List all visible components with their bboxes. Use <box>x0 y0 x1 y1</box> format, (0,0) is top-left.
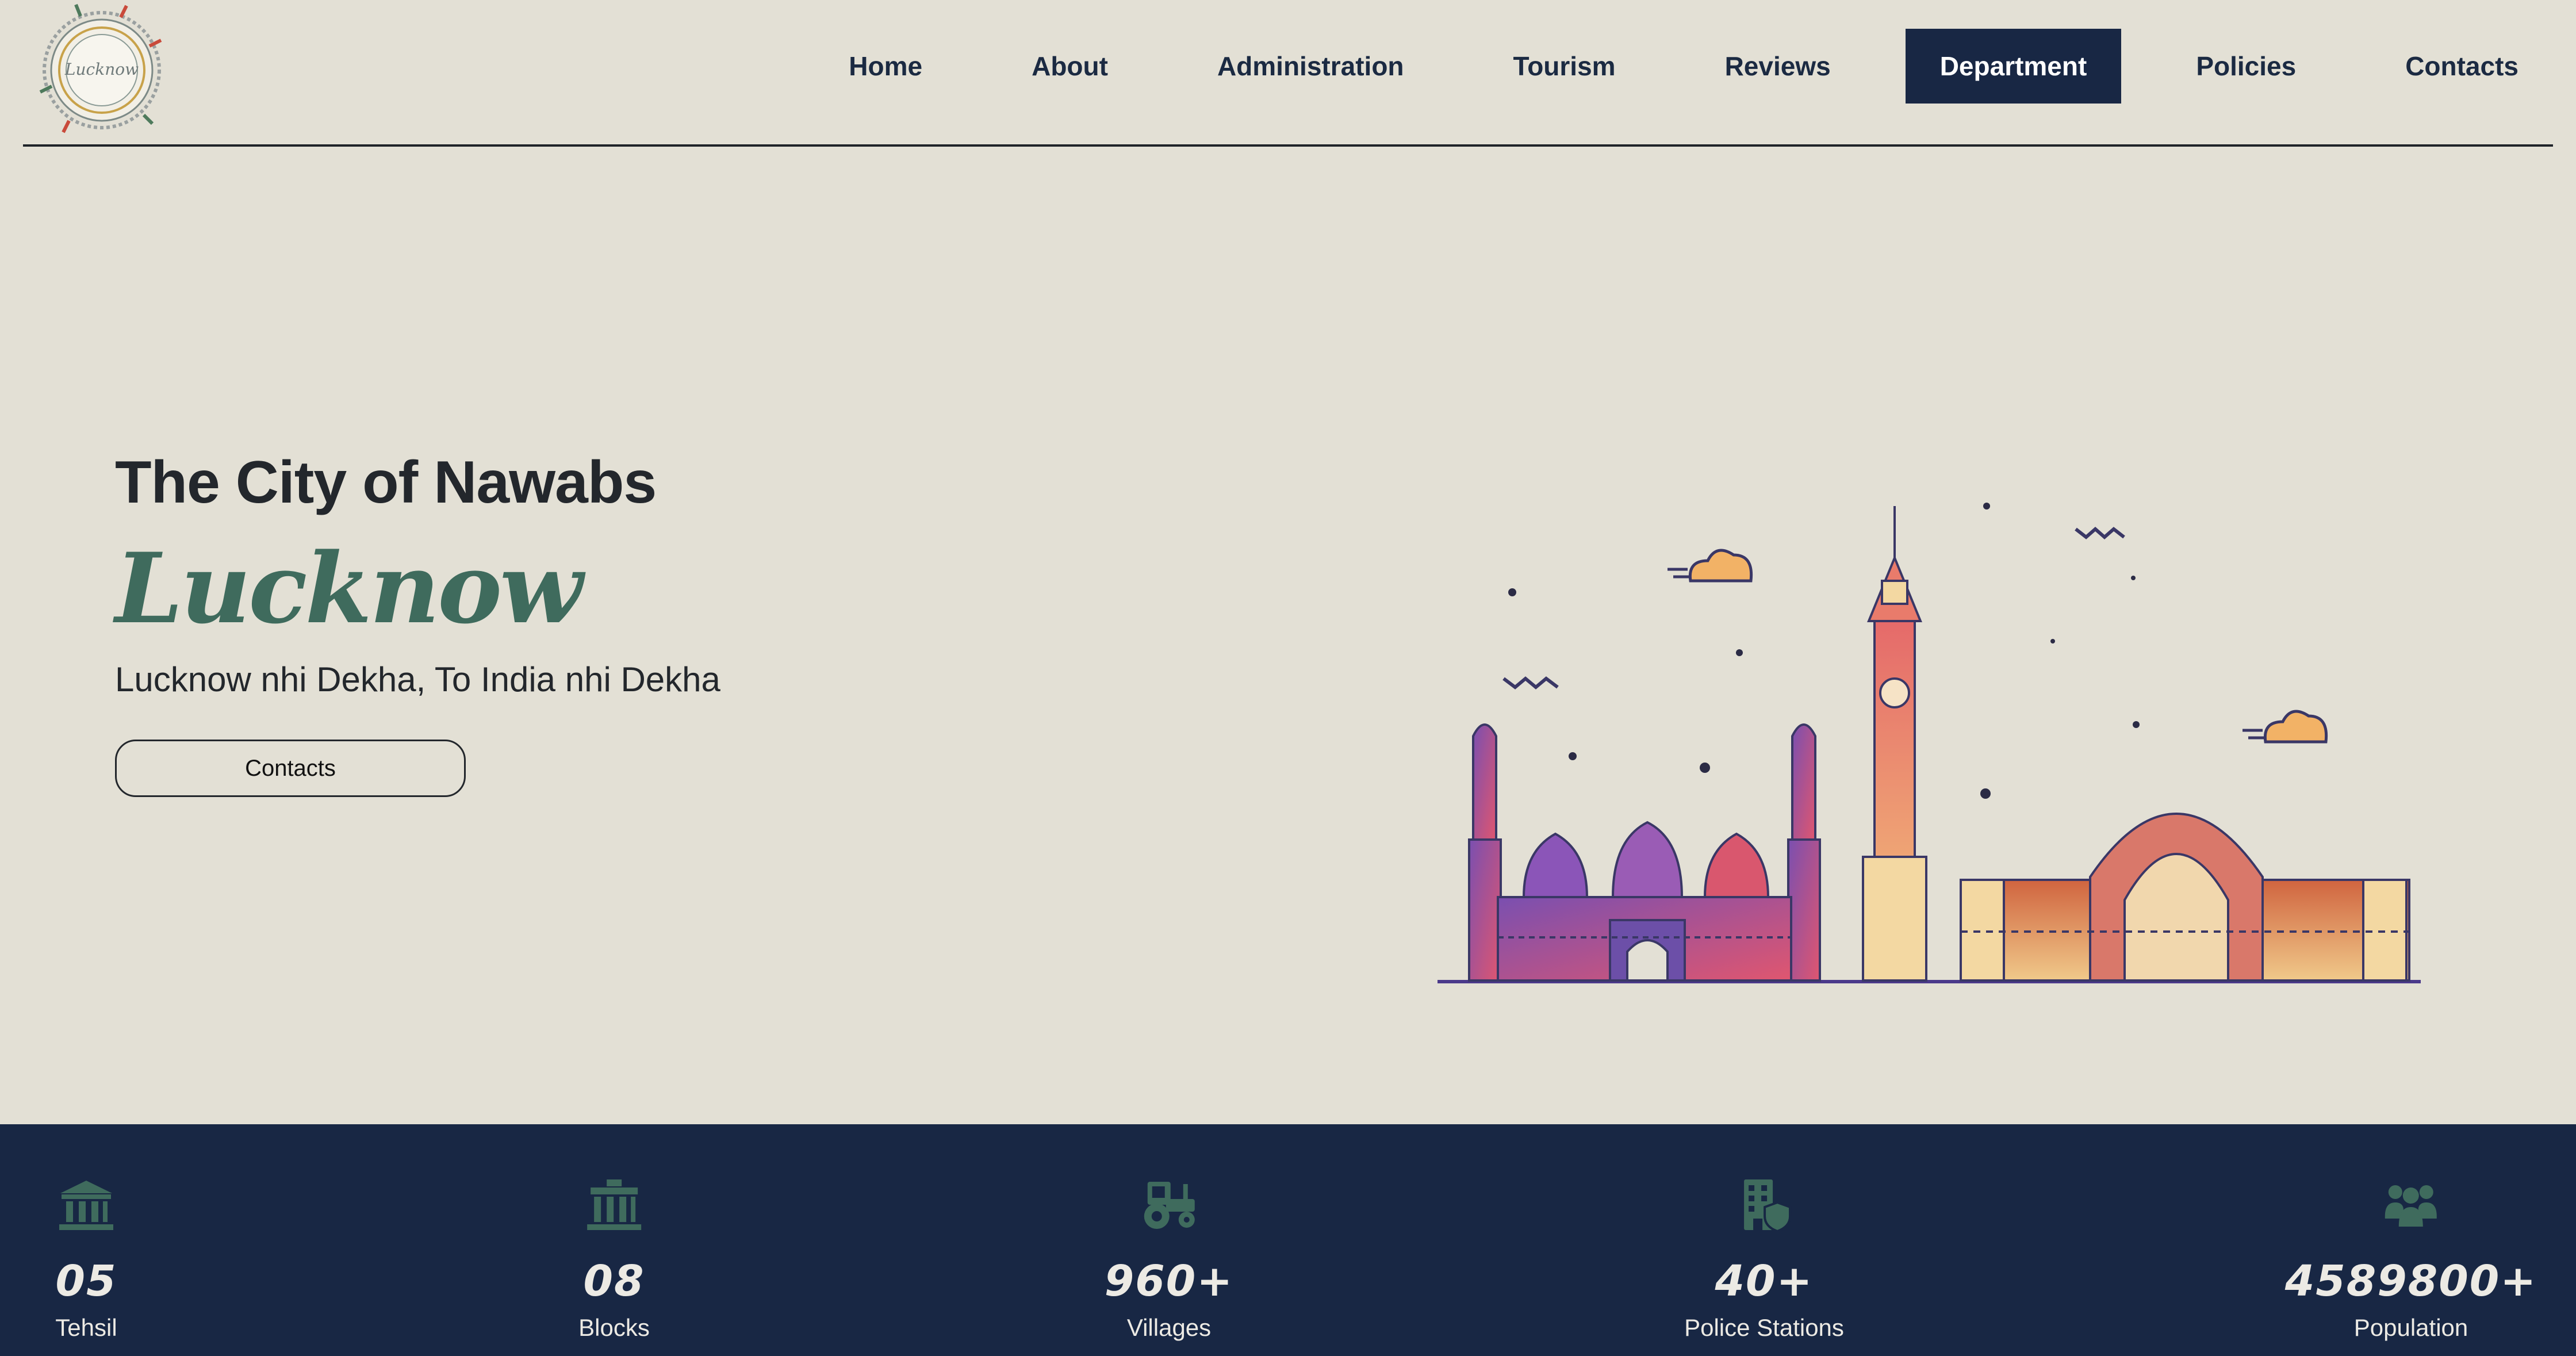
main-nav: Home About Administration Tourism Review… <box>794 29 2553 104</box>
hero-city-name: Lucknow <box>115 531 583 645</box>
lucknow-skyline-illustration <box>1438 503 2421 983</box>
lucknow-logo[interactable]: Lucknow <box>34 0 170 138</box>
stat-value: 08 <box>583 1257 645 1306</box>
police-building-icon <box>1743 1179 1791 1233</box>
nav-department[interactable]: Department <box>1905 29 2122 104</box>
stat-label: Population <box>2353 1314 2468 1341</box>
nav-about[interactable]: About <box>977 29 1163 104</box>
hero-title: The City of Nawabs <box>115 449 657 516</box>
nav-reviews[interactable]: Reviews <box>1670 29 1885 104</box>
nav-administration[interactable]: Administration <box>1163 29 1459 104</box>
hero-tagline: Lucknow nhi Dekha, To India nhi Dekha <box>115 660 720 699</box>
building-columns-icon <box>586 1179 641 1230</box>
stat-value: 05 <box>55 1257 117 1306</box>
nav-contacts[interactable]: Contacts <box>2351 29 2553 104</box>
nav-tourism[interactable]: Tourism <box>1459 29 1670 104</box>
stat-police-stations: 40+ Police Stations <box>1684 1124 1844 1356</box>
nav-home[interactable]: Home <box>794 29 977 104</box>
stat-villages: 960+ Villages <box>1105 1124 1233 1356</box>
stat-tehsil: 05 Tehsil <box>55 1124 118 1356</box>
stat-value: 40+ <box>1715 1257 1814 1306</box>
stat-label: Villages <box>1126 1314 1212 1341</box>
people-group-icon <box>2385 1185 2437 1227</box>
contacts-button[interactable]: Contacts <box>115 740 466 797</box>
stat-label: Blocks <box>578 1314 650 1341</box>
tractor-icon <box>1144 1182 1195 1229</box>
nav-policies[interactable]: Policies <box>2141 29 2351 104</box>
stat-population: 4589800+ Population <box>2285 1124 2537 1356</box>
bank-icon <box>59 1181 113 1230</box>
svg-text:Lucknow: Lucknow <box>64 60 139 79</box>
stat-blocks: 08 Blocks <box>578 1124 650 1356</box>
stat-value: 4589800+ <box>2284 1257 2537 1306</box>
stat-label: Police Stations <box>1684 1314 1844 1341</box>
hero-section: The City of Nawabs Lucknow Lucknow nhi D… <box>115 449 720 797</box>
stat-label: Tehsil <box>55 1314 117 1341</box>
site-header: Lucknow Home About Administration Touris… <box>23 0 2553 147</box>
stats-band: 05 Tehsil 08 Blocks 960+ Villages 40+ Po… <box>0 1124 2576 1356</box>
stat-value: 960+ <box>1104 1257 1234 1306</box>
